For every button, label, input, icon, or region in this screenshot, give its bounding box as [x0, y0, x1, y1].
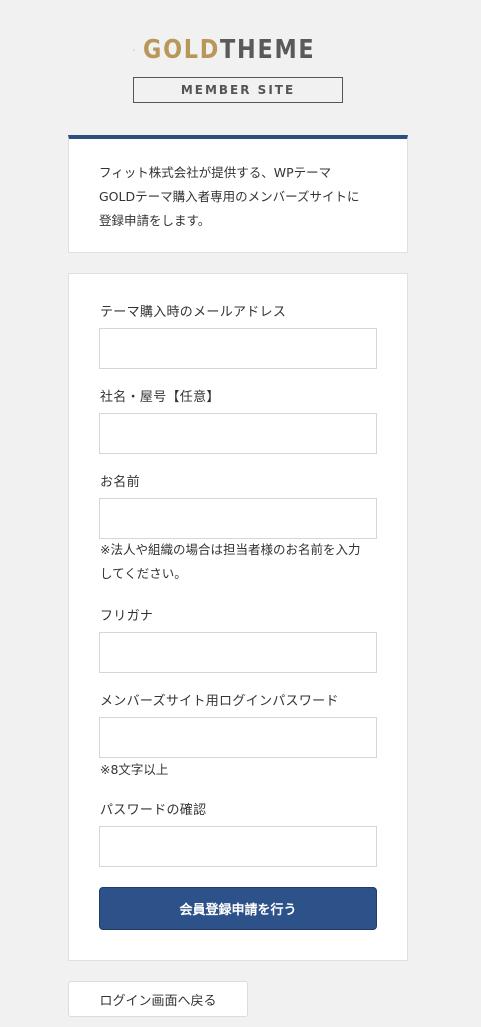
furigana-label: フリガナ: [100, 609, 154, 624]
password-note: ※8文字以上: [100, 762, 169, 777]
logo-gold-text: GOLD: [142, 35, 220, 65]
password-field[interactable]: [99, 717, 377, 758]
back-to-login-button[interactable]: ログイン画面へ戻る: [68, 981, 248, 1017]
site-logo[interactable]: GOLDTHEME MEMBER SITE: [133, 30, 343, 104]
email-label: テーマ購入時のメールアドレス: [100, 305, 287, 320]
logo-wordmark: GOLDTHEME: [143, 30, 315, 70]
intro-line: GOLDテーマ購入者専用のメンバーズサイトに: [99, 189, 360, 204]
company-field[interactable]: [99, 413, 377, 454]
crown-g-icon: [133, 49, 135, 51]
email-field[interactable]: [99, 328, 377, 369]
furigana-field[interactable]: [99, 632, 377, 673]
intro-panel: フィット株式会社が提供する、WPテーマ GOLDテーマ購入者専用のメンバーズサイ…: [68, 135, 408, 253]
name-note-line: ※法人や組織の場合は担当者様のお名前を入力: [100, 542, 361, 557]
submit-registration-button[interactable]: 会員登録申請を行う: [99, 887, 377, 930]
name-note: ※法人や組織の場合は担当者様のお名前を入力 してください。: [100, 538, 360, 586]
name-field[interactable]: [99, 498, 377, 539]
password-confirm-label: パスワードの確認: [100, 803, 207, 818]
member-site-badge: MEMBER SITE: [133, 77, 343, 103]
intro-line: 登録申請をします。: [99, 213, 211, 228]
company-label: 社名・屋号【任意】: [100, 390, 220, 405]
logo-theme-text: THEME: [219, 35, 315, 65]
password-confirm-field[interactable]: [99, 826, 377, 867]
name-note-line: してください。: [100, 566, 187, 581]
password-label: メンバーズサイト用ログインパスワード: [100, 694, 339, 709]
name-label: お名前: [100, 475, 140, 490]
registration-form: テーマ購入時のメールアドレス 社名・屋号【任意】 お名前 ※法人や組織の場合は担…: [68, 273, 408, 961]
intro-line: フィット株式会社が提供する、WPテーマ: [99, 165, 332, 180]
